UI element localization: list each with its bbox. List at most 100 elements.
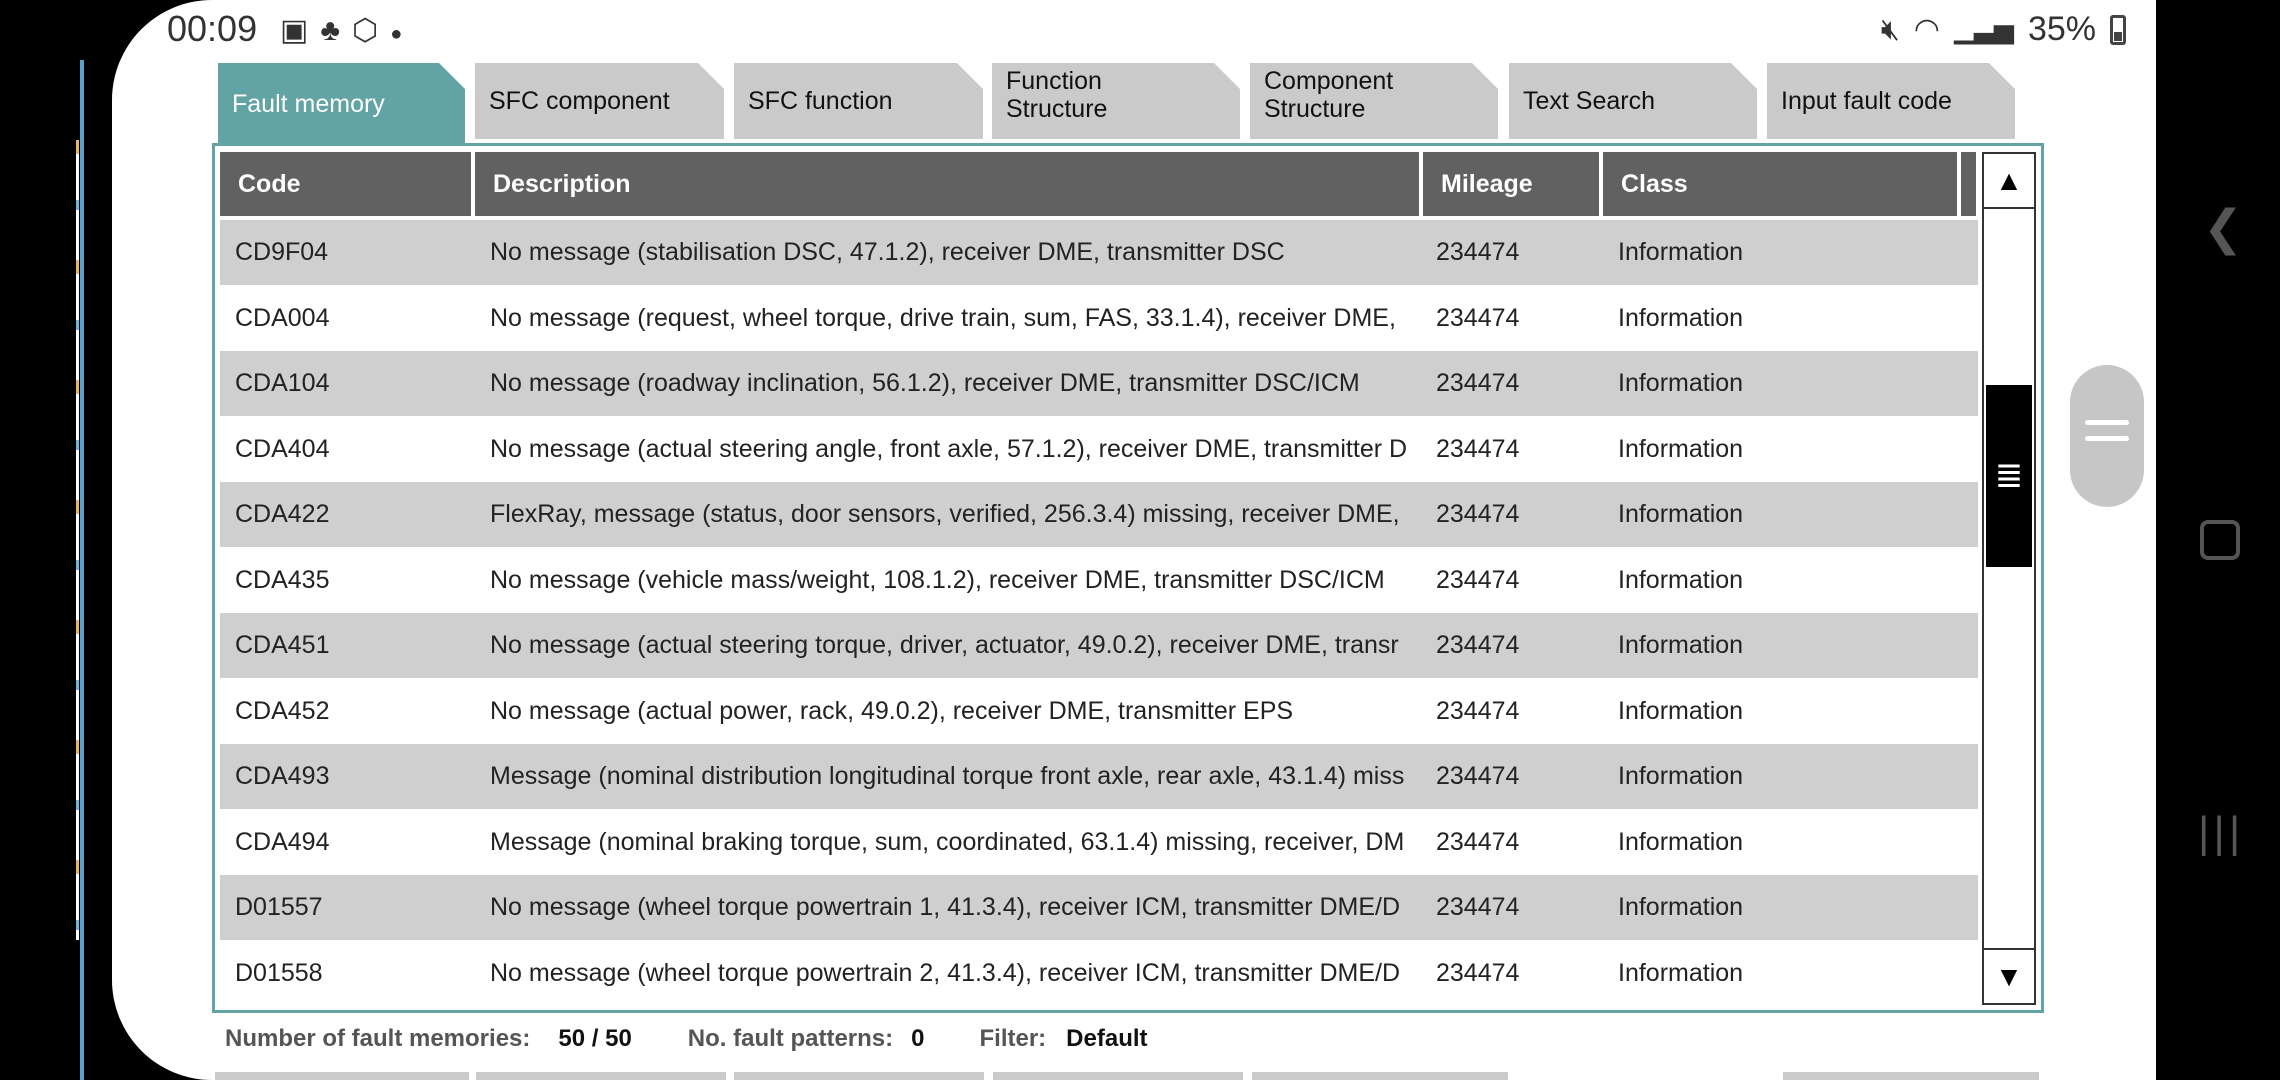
battery-icon (2110, 14, 2126, 45)
filter-value: Default (1066, 1025, 1148, 1052)
clock: 00:09 (167, 8, 258, 49)
tab-input-fault-code[interactable]: Input fault code (1767, 63, 2015, 139)
cell-mileage: 234474 (1436, 303, 1520, 332)
bottom-tab[interactable] (1783, 1072, 2039, 1080)
home-icon[interactable] (2200, 520, 2240, 560)
cell-mileage: 234474 (1436, 238, 1520, 266)
edge-panel-handle[interactable] (2070, 365, 2144, 507)
tab-function-structure[interactable]: Function Structure (992, 63, 1240, 139)
settings-icon: ⬡ (352, 14, 391, 47)
tab-sfc-function[interactable]: SFC function (734, 63, 983, 139)
cell-code: CDA004 (235, 303, 330, 332)
fault-patterns-value: 0 (911, 1025, 925, 1052)
tab-sfc-component[interactable]: SFC component (475, 63, 724, 139)
tab-fault-memory[interactable]: Fault memory (218, 63, 465, 145)
battery-level: 35% (2027, 10, 2096, 48)
cell-code: D01558 (235, 958, 323, 987)
table-row[interactable]: CDA451 No message (actual steering torque… (220, 613, 1978, 678)
cell-class: Information (1618, 303, 1744, 332)
dot-icon: ● (390, 23, 415, 45)
table-row[interactable]: D01557 No message (wheel torque powertrai… (220, 875, 1978, 940)
table-row[interactable]: CDA493 Message (nominal distribution long… (220, 744, 1978, 809)
cell-description: Message (nominal distribution longitudin… (490, 762, 1405, 790)
cell-description: No message (actual power, rack, 49.0.2),… (490, 696, 1294, 725)
table-row[interactable]: CDA494 Message (nominal braking torque, s… (220, 809, 1976, 875)
filter-label: Filter: (979, 1025, 1047, 1052)
cell-class: Information (1618, 958, 1744, 987)
bottom-tab-strip (215, 1072, 2045, 1080)
cell-description: No message (request, wheel torque, drive… (490, 303, 1396, 332)
cell-class: Information (1618, 369, 1744, 397)
mute-icon: 🔇︎ (1880, 12, 1900, 46)
cell-mileage: 234474 (1436, 762, 1520, 790)
table-row[interactable]: CDA004 No message (request, wheel torque,… (220, 285, 1976, 351)
cell-class: Information (1618, 893, 1744, 921)
table-row[interactable]: CDA422 FlexRay, message (status, door sen… (220, 482, 1978, 547)
header-description[interactable]: Description (475, 152, 1419, 216)
cell-class: Information (1618, 631, 1744, 659)
cell-class: Information (1618, 827, 1744, 856)
table-row[interactable]: CDA404 No message (actual steering angle,… (220, 416, 1976, 482)
table-row[interactable]: D01558 No message (wheel torque powertrai… (220, 940, 1976, 1006)
header-code[interactable]: Code (220, 152, 471, 216)
cell-mileage: 234474 (1436, 958, 1520, 987)
cell-class: Information (1618, 565, 1744, 594)
cell-class: Information (1618, 696, 1744, 725)
header-filler (1961, 152, 1976, 216)
cell-description: No message (actual steering angle, front… (490, 434, 1408, 463)
grip-icon: ≣ (1994, 457, 2024, 495)
bottom-tab[interactable] (1252, 1072, 1508, 1080)
fault-memories-label: Number of fault memories: (225, 1025, 531, 1052)
cell-description: No message (wheel torque powertrain 2, 4… (490, 958, 1401, 987)
tab-text-search[interactable]: Text Search (1509, 63, 1757, 139)
recents-icon[interactable]: ||| (2198, 808, 2244, 858)
fault-table: Code Description Mileage Class CD9F04 No … (220, 152, 1978, 1006)
system-icons: 🔇︎ ◠ ▁▃▅ 35% (1881, 10, 2126, 49)
table-row[interactable]: CDA104 No message (roadway inclination, 5… (220, 351, 1978, 416)
table-row[interactable]: CDA435 No message (vehicle mass/weight, 1… (220, 547, 1976, 613)
cell-code: CDA494 (235, 827, 330, 856)
scroll-down-button[interactable]: ▼ (1984, 948, 2034, 1003)
fault-memories-value: 50 / 50 (558, 1025, 632, 1052)
cell-code: CDA104 (235, 369, 330, 397)
signal-icon: ▁▃▅ (1953, 14, 2014, 44)
bottom-tab[interactable] (476, 1072, 726, 1080)
cell-mileage: 234474 (1436, 893, 1520, 921)
arrow-up-icon: ▲ (1995, 164, 2023, 196)
status-bar: 00:09 ▣♣⬡● 🔇︎ ◠ ▁▃▅ 35% (112, 0, 2156, 60)
cell-mileage: 234474 (1436, 369, 1520, 397)
app-left-border (80, 60, 84, 1080)
status-footer: Number of fault memories: 50 / 50 No. fa… (225, 1025, 1148, 1053)
back-icon[interactable]: ❮ (2203, 200, 2243, 256)
cell-class: Information (1618, 238, 1744, 266)
header-mileage[interactable]: Mileage (1423, 152, 1599, 216)
tab-component-structure[interactable]: Component Structure (1250, 63, 1498, 139)
cell-code: CDA493 (235, 762, 330, 790)
scroll-thumb[interactable]: ≣ (1986, 385, 2032, 567)
cell-code: CDA435 (235, 565, 330, 594)
table-row[interactable]: CDA452 No message (actual power, rack, 49… (220, 678, 1976, 744)
cell-mileage: 234474 (1436, 565, 1520, 594)
cell-description: No message (wheel torque powertrain 1, 4… (490, 893, 1401, 921)
cell-mileage: 234474 (1436, 696, 1520, 725)
fault-patterns-label: No. fault patterns: (687, 1025, 894, 1052)
cell-mileage: 234474 (1436, 631, 1520, 659)
cell-description: Message (nominal braking torque, sum, co… (490, 827, 1405, 856)
cell-description: No message (vehicle mass/weight, 108.1.2… (490, 565, 1385, 594)
scroll-up-button[interactable]: ▲ (1984, 154, 2034, 209)
header-class[interactable]: Class (1603, 152, 1957, 216)
cell-mileage: 234474 (1436, 500, 1520, 528)
bottom-tab[interactable] (215, 1072, 469, 1080)
bottom-tab[interactable] (993, 1072, 1243, 1080)
table-scrollbar[interactable]: ▲ ≣ ▼ (1982, 152, 2036, 1005)
app-left-edge-decoration (76, 140, 79, 940)
cell-code: CDA404 (235, 434, 330, 463)
cell-code: CDA451 (235, 631, 330, 659)
cell-mileage: 234474 (1436, 434, 1520, 463)
cell-mileage: 234474 (1436, 827, 1520, 856)
table-row[interactable]: CD9F04 No message (stabilisation DSC, 47.… (220, 220, 1978, 285)
cell-code: CDA422 (235, 500, 330, 528)
arrow-down-icon: ▼ (1995, 960, 2023, 992)
cell-class: Information (1618, 434, 1744, 463)
bottom-tab[interactable] (734, 1072, 984, 1080)
